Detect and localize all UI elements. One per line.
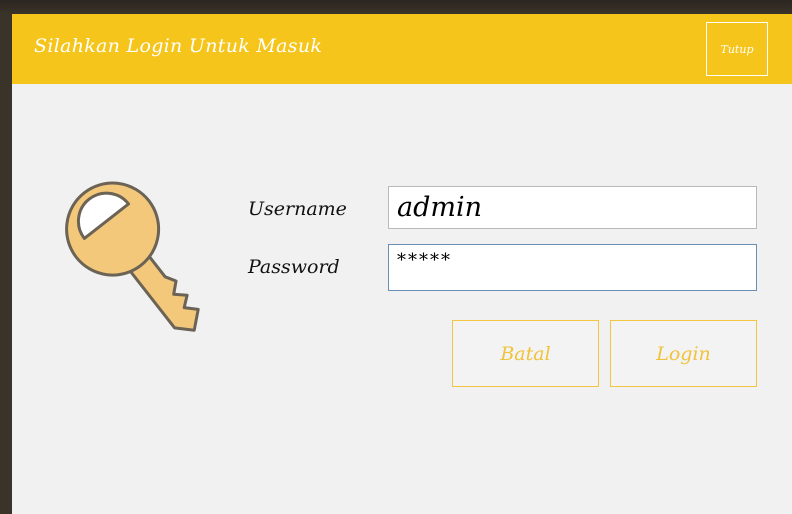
background-window-edge-left (0, 14, 12, 514)
username-label: Username (248, 198, 347, 220)
cancel-button[interactable]: Batal (452, 320, 599, 387)
title-bar: Silahkan Login Untuk Masuk Tutup (12, 14, 792, 84)
background-window-edge (0, 0, 792, 14)
close-button[interactable]: Tutup (706, 22, 768, 76)
login-button[interactable]: Login (610, 320, 757, 387)
dialog-title: Silahkan Login Untuk Masuk (34, 35, 323, 57)
login-dialog: Silahkan Login Untuk Masuk Tutup Usernam… (12, 14, 792, 514)
username-input[interactable] (388, 186, 757, 229)
key-icon (65, 181, 200, 332)
password-input[interactable] (388, 244, 757, 291)
password-label: Password (248, 256, 340, 278)
